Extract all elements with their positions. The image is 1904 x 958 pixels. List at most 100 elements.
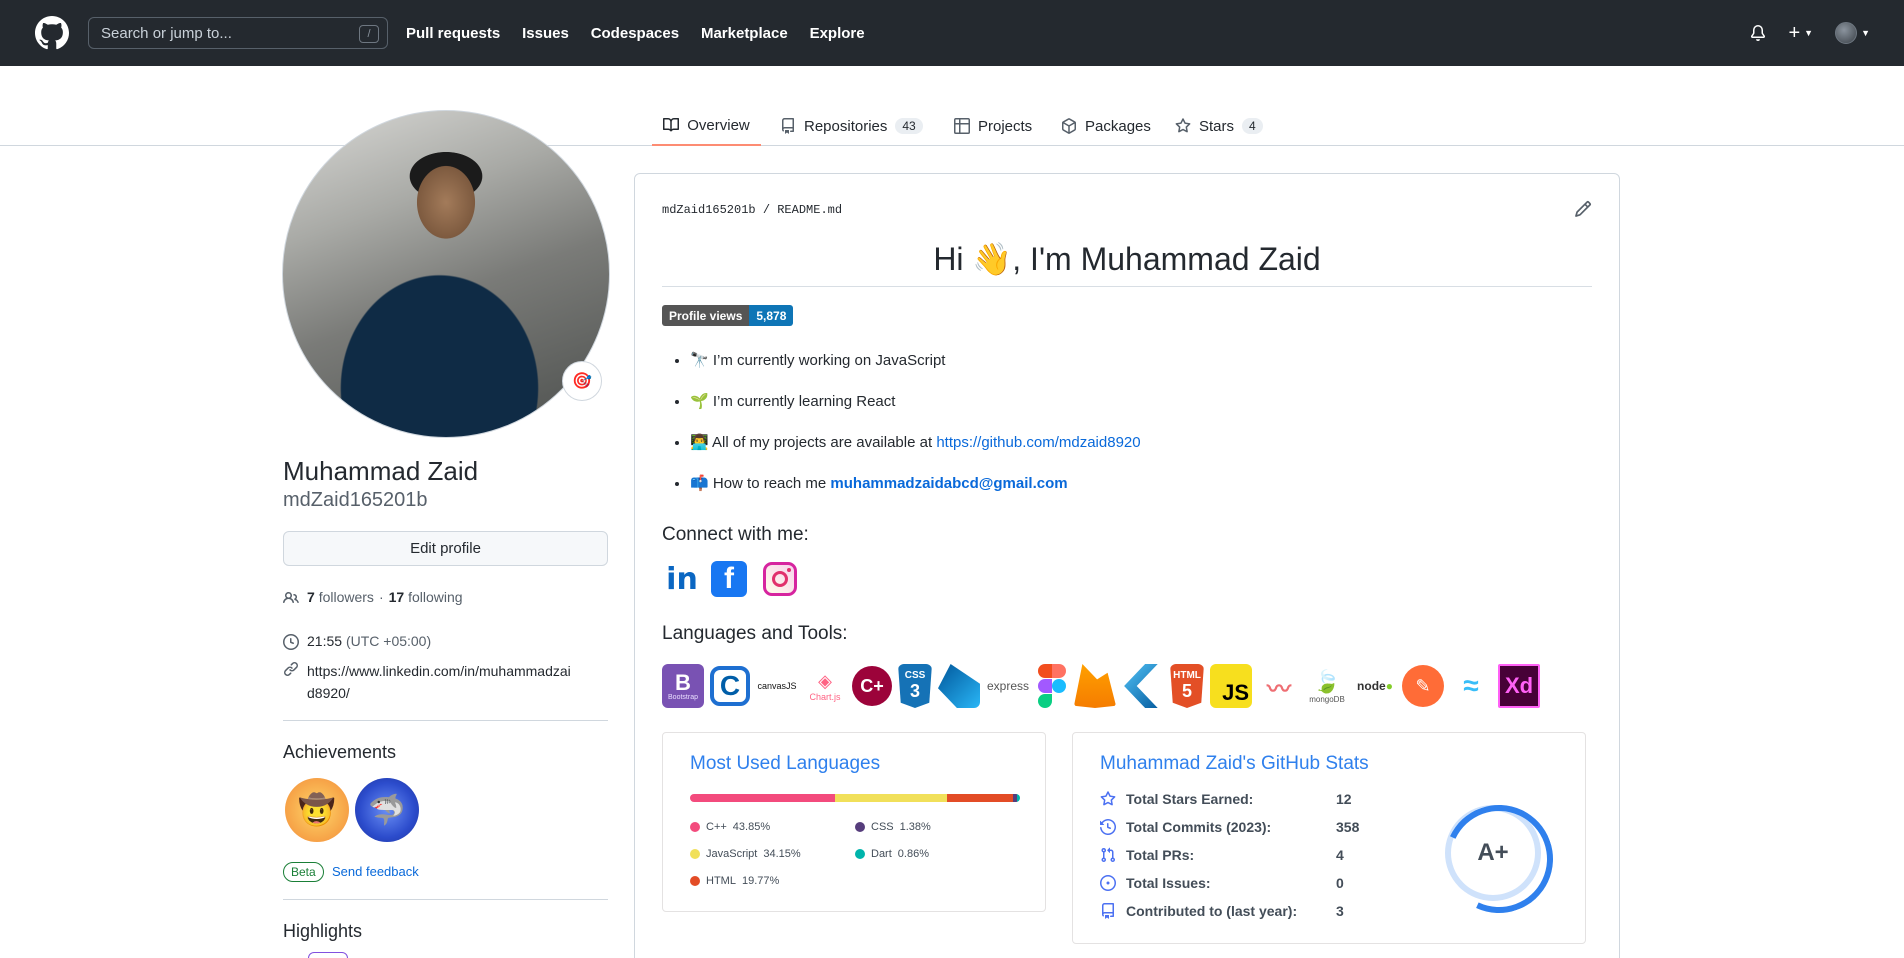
nodejs-icon: node ● — [1357, 679, 1393, 693]
lang-percent: 0.86% — [897, 848, 929, 860]
lang-item: C++ 43.85% — [690, 821, 770, 833]
most-used-languages-card: Most Used Languages C++ 43.85% JavaScript… — [662, 732, 1046, 912]
github-profile-link[interactable]: https://github.com/mdzaid8920 — [936, 434, 1140, 451]
facebook-icon[interactable]: f — [711, 561, 747, 597]
nav-explore[interactable]: Explore — [810, 25, 865, 42]
xd-label: Xd — [1504, 673, 1534, 698]
bootstrap-icon: B Bootstrap — [662, 664, 704, 708]
user-menu[interactable]: ▼ — [1835, 22, 1870, 44]
global-nav: Pull requests Issues Codespaces Marketpl… — [406, 25, 883, 42]
tab-projects[interactable]: Projects — [954, 106, 1032, 146]
tab-packages[interactable]: Packages — [1061, 106, 1151, 146]
stat-label: Contributed to (last year): — [1126, 903, 1298, 919]
seedling-icon: 🌱 — [690, 393, 709, 410]
readme-bullet-list: 🔭 I’m currently working on JavaScript 🌱 … — [690, 350, 1141, 514]
achievement-badge-shark-icon[interactable]: 🦈 — [355, 778, 419, 842]
cplusplus-icon: C+ — [852, 666, 892, 706]
list-item: 🔭 I’m currently working on JavaScript — [690, 350, 1141, 391]
followers-row: 7 followers · 17 following — [283, 589, 463, 606]
html5-icon: HTML 5 — [1170, 664, 1204, 708]
website-link-line2: d8920/ — [307, 685, 350, 701]
achievement-badge-yolo-icon[interactable]: 🤠 — [285, 778, 349, 842]
lang-item: HTML 19.77% — [690, 875, 779, 887]
readme-path: mdZaid165201b / README.md — [662, 203, 842, 217]
heading-rule — [662, 286, 1592, 287]
nav-codespaces[interactable]: Codespaces — [591, 25, 679, 42]
people-icon — [283, 591, 299, 604]
languages-bar — [690, 794, 1020, 802]
stat-row: Total Stars Earned: 12 — [1100, 791, 1352, 807]
readme-path-file[interactable]: README.md — [777, 203, 842, 217]
materialize-icon: 〰 — [1267, 675, 1291, 703]
stat-label: Total PRs: — [1126, 847, 1195, 863]
js-label: JS — [1222, 680, 1249, 705]
send-feedback-link[interactable]: Send feedback — [332, 864, 419, 879]
profile-avatar[interactable] — [282, 110, 610, 438]
chartjs-icon: ◈ Chart.js — [809, 670, 841, 702]
bullet-text: I’m currently working on — [712, 352, 876, 369]
pull-request-icon — [1101, 847, 1116, 863]
tab-stars[interactable]: Stars 4 — [1175, 106, 1263, 146]
profile-name: Muhammad Zaid — [283, 456, 479, 486]
mongodb-label: mongoDB — [1309, 694, 1345, 704]
tab-overview[interactable]: Overview — [652, 106, 761, 146]
lang-bar-segment — [690, 794, 835, 802]
github-logo-icon[interactable] — [34, 15, 70, 51]
tab-label: Packages — [1085, 117, 1151, 135]
readme-path-user[interactable]: mdZaid165201b — [662, 203, 756, 217]
profile-views-label: Profile views — [662, 305, 750, 326]
javascript-icon: JS — [1210, 664, 1252, 708]
postman-icon: ✎ — [1402, 665, 1444, 707]
lang-item: JavaScript 34.15% — [690, 848, 801, 860]
rank-grade: A+ — [1477, 839, 1509, 866]
profile-tabs: Overview Repositories 43 Projects Packag… — [0, 66, 1904, 146]
edit-profile-button[interactable]: Edit profile — [283, 531, 608, 566]
lang-percent: 19.77% — [741, 875, 780, 887]
repo-icon — [1102, 903, 1114, 919]
stat-label: Total Stars Earned: — [1126, 791, 1254, 807]
list-item: 👨‍💻 All of my projects are available at … — [690, 432, 1141, 473]
website-link[interactable]: https://www.linkedin.com/in/muhammadzai d… — [307, 660, 571, 704]
bullet-strong: React — [856, 393, 896, 410]
nav-pull-requests[interactable]: Pull requests — [406, 25, 500, 42]
nav-issues[interactable]: Issues — [522, 25, 569, 42]
notifications-bell-icon[interactable] — [1750, 25, 1766, 41]
pencil-icon[interactable] — [1574, 200, 1592, 218]
github-stats-card: Muhammad Zaid's GitHub Stats Total Stars… — [1072, 732, 1586, 944]
linkedin-icon[interactable]: in — [662, 559, 702, 599]
stat-label: Total Commits (2023): — [1126, 819, 1272, 835]
table-icon — [954, 118, 970, 134]
stat-value: 4 — [1336, 847, 1344, 863]
local-time: 21:55 — [307, 633, 343, 649]
timezone: (UTC +05:00) — [345, 633, 432, 649]
c-icon: C — [710, 666, 750, 706]
tab-label: Stars — [1199, 117, 1235, 135]
star-icon — [1175, 118, 1191, 133]
create-new-menu[interactable]: + ▼ — [1788, 22, 1813, 45]
canvasjs-label: canvasJS — [757, 681, 797, 691]
followers-link[interactable]: 7 followers — [307, 589, 374, 605]
lang-percent: 34.15% — [763, 848, 801, 860]
search-input[interactable]: Search or jump to... / — [88, 17, 388, 49]
firebase-icon — [1074, 664, 1116, 708]
tab-label: Repositories — [804, 117, 888, 135]
nav-marketplace[interactable]: Marketplace — [701, 25, 788, 42]
following-link[interactable]: 17 following — [389, 589, 463, 605]
lang-dot — [855, 822, 865, 832]
tab-repositories[interactable]: Repositories 43 — [780, 106, 923, 146]
stat-row: Contributed to (last year): 3 — [1100, 903, 1344, 919]
achievements-title: Achievements — [283, 742, 397, 762]
stats-card-title: Muhammad Zaid's GitHub Stats — [1100, 753, 1369, 774]
local-time-row: 21:55 (UTC +05:00) — [283, 633, 431, 650]
lang-bar-segment — [1017, 794, 1020, 802]
lang-bar-segment — [947, 794, 1013, 802]
stat-value: 3 — [1336, 903, 1344, 919]
header-actions: + ▼ ▼ — [1750, 0, 1870, 66]
email-link[interactable]: muhammadzaidabcd@gmail.com — [830, 475, 1067, 492]
lang-dot — [855, 849, 865, 859]
separator: · — [378, 589, 384, 605]
lang-name: Dart — [871, 848, 892, 860]
status-target-icon[interactable]: 🎯 — [562, 361, 602, 401]
instagram-icon[interactable] — [760, 559, 800, 599]
stat-value: 358 — [1336, 819, 1360, 835]
